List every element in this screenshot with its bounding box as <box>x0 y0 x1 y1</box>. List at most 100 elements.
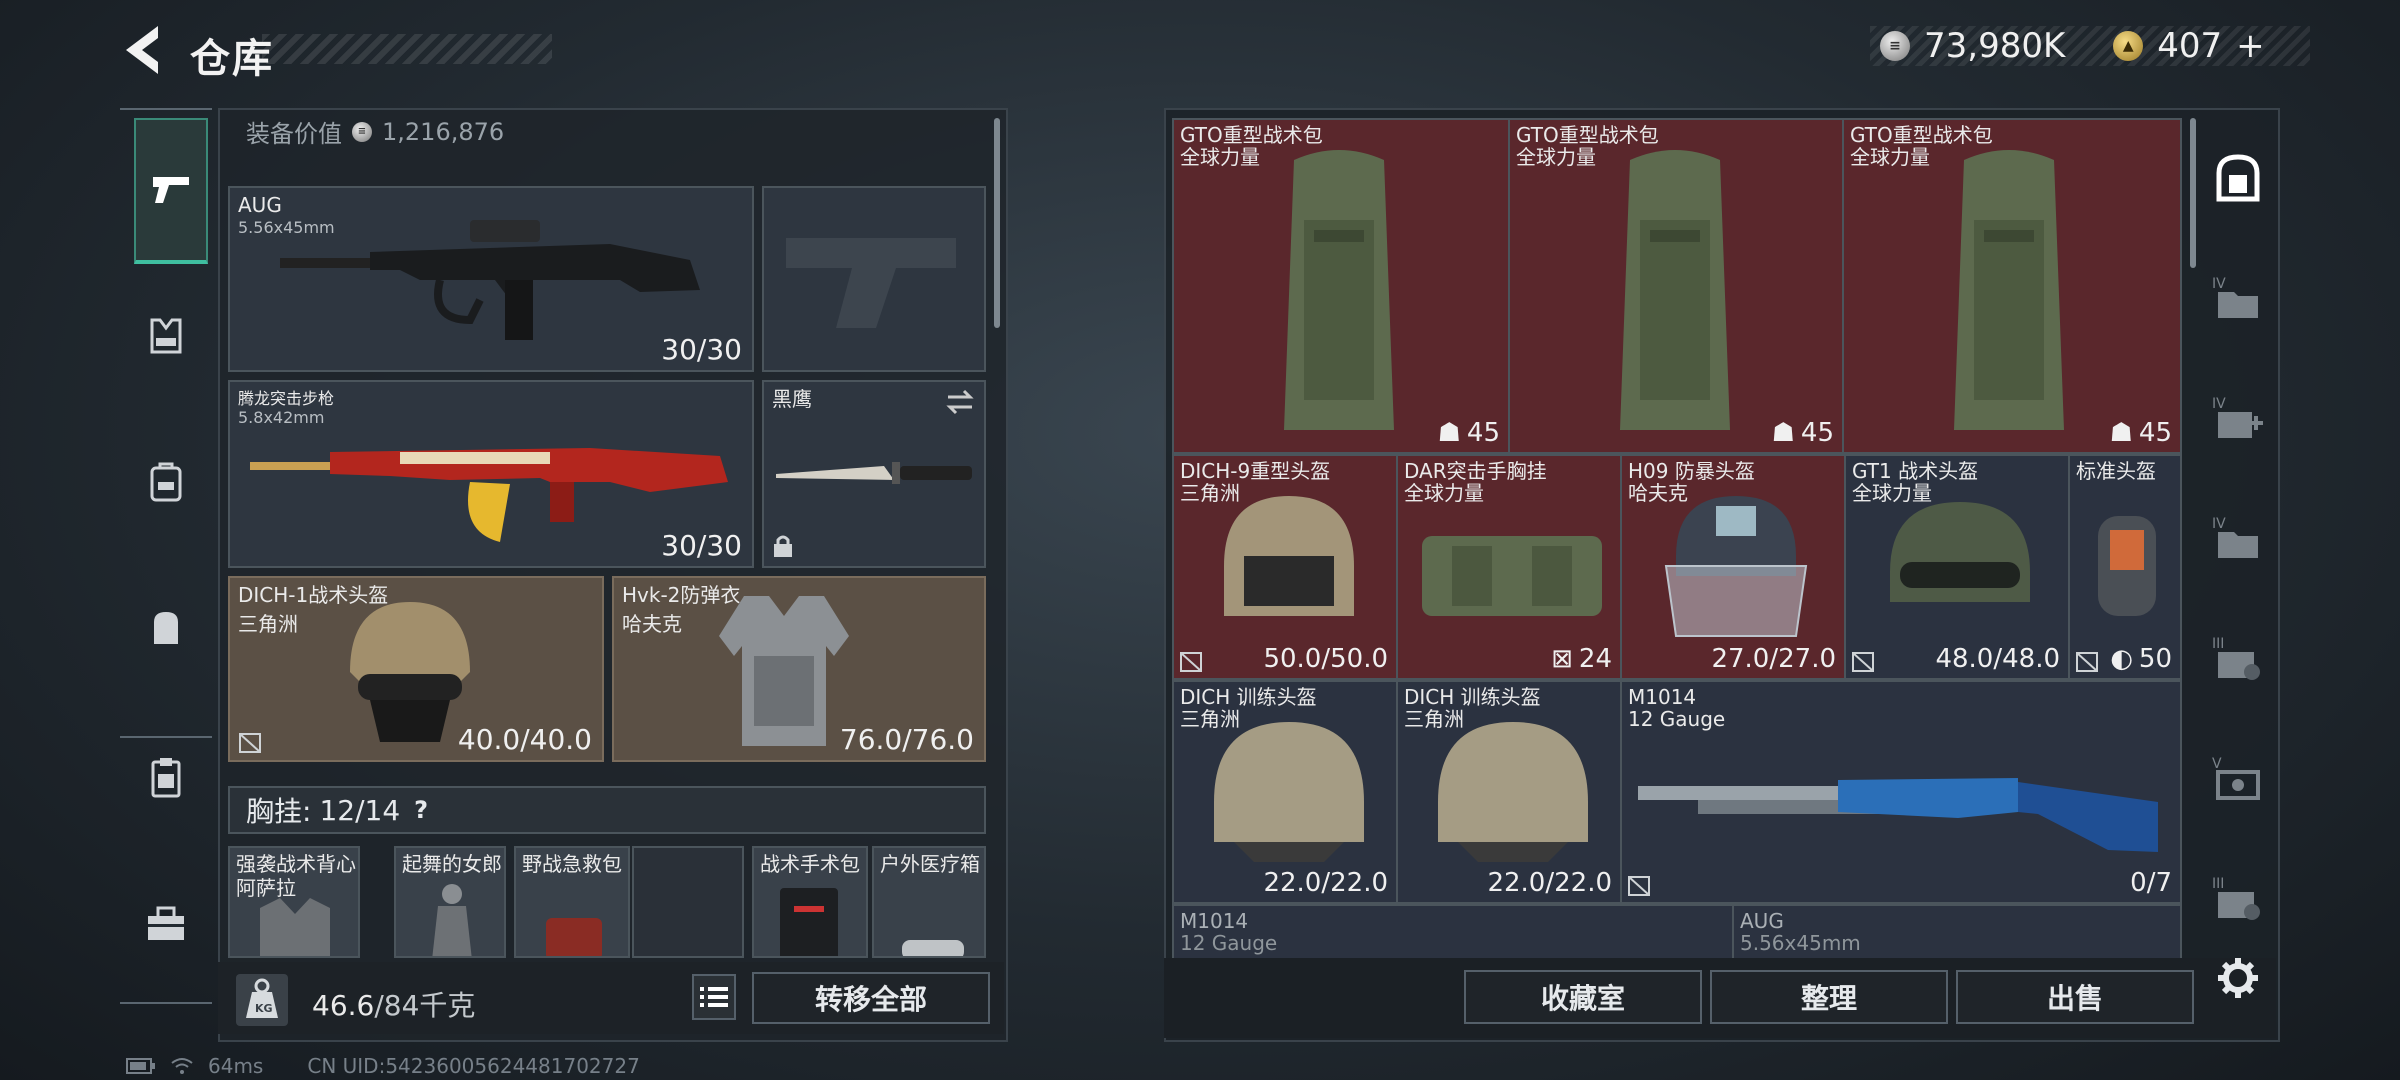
storage-item[interactable]: GTO重型战术包 全球力量 ☗ 45 <box>1508 118 1844 454</box>
gold-amount: 407 <box>2157 26 2223 66</box>
item-name: DAR突击手胸挂 <box>1404 459 1547 483</box>
item-faction: 全球力量 <box>1180 145 1260 169</box>
storage-item[interactable]: DICH-9重型头盔 三角洲 50.0/50.0 <box>1172 454 1398 680</box>
no-repair-icon <box>2076 652 2098 672</box>
chest-rig-image <box>1422 536 1602 616</box>
item-name: DICH 训练头盔 <box>1180 685 1317 709</box>
item-faction: 阿萨拉 <box>236 876 296 900</box>
chest-item-slot[interactable]: 野战急救包 <box>514 846 630 958</box>
storage-item[interactable]: GTO重型战术包 全球力量 ☗ 45 <box>1842 118 2182 454</box>
storage-item[interactable]: DICH 训练头盔 三角洲 22.0/22.0 <box>1172 680 1398 904</box>
nav-secure-case[interactable] <box>134 892 198 956</box>
page-title: 仓库 <box>190 36 274 82</box>
item-count: ⊠ 24 <box>1551 644 1612 674</box>
ammo-v-icon: V <box>2212 756 2260 800</box>
nav-chest-rig[interactable] <box>134 304 198 368</box>
tab-safe[interactable] <box>2208 148 2268 208</box>
tab-tools-iii[interactable]: III <box>2208 628 2268 688</box>
storage-item[interactable]: M1014 12 Gauge 0/7 <box>1620 680 2182 904</box>
transfer-all-button[interactable]: 转移全部 <box>752 972 990 1024</box>
chest-item-slot[interactable]: 起舞的女郎 <box>394 846 506 958</box>
tab-storage-iv-2[interactable]: IV <box>2208 508 2268 568</box>
riot-helmet-image <box>1664 496 1808 637</box>
armor-slot[interactable]: Hvk-2防弹衣 哈夫克 76.0/76.0 <box>612 576 986 762</box>
swap-icon[interactable] <box>944 388 976 416</box>
sell-button[interactable]: 出售 <box>1956 970 2194 1024</box>
storage-item[interactable]: AUG 5.56x45mm <box>1732 904 2182 960</box>
add-gold-button[interactable]: + <box>2236 26 2265 66</box>
helmet-slot[interactable]: DICH-1战术头盔 三角洲 40.0/40.0 <box>228 576 604 762</box>
item-name: M1014 <box>1628 685 1697 709</box>
primary-weapon-slot[interactable]: AUG 5.56x45mm 30/30 <box>228 186 754 372</box>
nav-armor[interactable] <box>134 450 198 514</box>
nav-pouch[interactable] <box>134 746 198 810</box>
item-name: 战术手术包 <box>760 852 860 876</box>
chest-item-slot[interactable]: 战术手术包 <box>752 846 868 958</box>
standard-helmet-image <box>2098 516 2156 616</box>
user-uid: CN UID:54236005624481702727 <box>307 1054 640 1078</box>
equipment-scrollbar[interactable] <box>994 118 1000 328</box>
item-durability: ◐ 50 <box>2110 644 2172 674</box>
tab-ammo-v[interactable]: V <box>2208 748 2268 808</box>
item-name: AUG <box>1740 909 1784 933</box>
nav-divider <box>120 736 212 738</box>
svg-text:V: V <box>2212 756 2222 772</box>
list-icon <box>700 987 728 1007</box>
back-button[interactable] <box>120 22 170 78</box>
storage-item[interactable]: DAR突击手胸挂 全球力量 ⊠ 24 <box>1396 454 1622 680</box>
chest-item-slot[interactable]: 户外医疗箱 <box>872 846 986 958</box>
collection-room-button[interactable]: 收藏室 <box>1464 970 1702 1024</box>
item-durability: 27.0/27.0 <box>1711 644 1836 674</box>
storage-item[interactable]: H09 防暴头盔 哈夫克 27.0/27.0 <box>1620 454 1846 680</box>
list-view-button[interactable] <box>692 974 736 1020</box>
tactical-helmet-image <box>1890 502 2030 602</box>
tab-tools-iii-2[interactable]: III <box>2208 868 2268 928</box>
statue-image <box>432 884 472 956</box>
help-icon[interactable]: ? <box>414 796 428 824</box>
melee-slot[interactable]: 黑鹰 <box>762 380 986 568</box>
tenglong-rifle-image <box>250 448 728 542</box>
weapon-ammo: 30/30 <box>661 333 742 366</box>
chest-item-slot[interactable]: 强袭战术背心 阿萨拉 <box>228 846 360 958</box>
nav-weapons[interactable] <box>134 118 208 264</box>
currency-bar: ≡ 73,980K ▲ 407 + <box>1870 26 2310 66</box>
storage-item[interactable]: DICH 训练头盔 三角洲 22.0/22.0 <box>1396 680 1622 904</box>
svg-text:IV: IV <box>2212 276 2226 292</box>
first-aid-kit-image <box>546 918 602 956</box>
storage-item[interactable]: GT1 战术头盔 全球力量 48.0/48.0 <box>1844 454 2070 680</box>
no-repair-icon <box>1180 652 1202 672</box>
storage-item[interactable]: 标准头盔 ◐ 50 <box>2068 454 2182 680</box>
settings-button[interactable] <box>2208 948 2268 1008</box>
ping: 64ms <box>208 1054 264 1078</box>
lock-icon <box>774 535 792 557</box>
helmet-faction: 三角洲 <box>238 612 298 636</box>
training-helmet-image <box>1438 722 1588 862</box>
storage-item[interactable]: GTO重型战术包 全球力量 ☗ 45 <box>1172 118 1510 454</box>
storage-scrollbar[interactable] <box>2190 118 2196 268</box>
chest-item-slot-empty[interactable] <box>632 846 744 958</box>
item-durability: 48.0/48.0 <box>1935 644 2060 674</box>
backpack-image <box>1620 150 1730 430</box>
storage-item[interactable]: M1014 12 Gauge <box>1172 904 1734 960</box>
nav-backpack[interactable] <box>134 596 198 660</box>
sort-button[interactable]: 整理 <box>1710 970 1948 1024</box>
backpack-image <box>1284 150 1394 430</box>
tab-medical-iv[interactable]: IV <box>2208 388 2268 448</box>
body-armor-image <box>719 596 849 746</box>
tab-storage-iv[interactable]: IV <box>2208 268 2268 328</box>
secondary-weapon-slot[interactable]: 腾龙突击步枪 5.8x42mm 30/30 <box>228 380 754 568</box>
item-caliber: 5.56x45mm <box>1740 931 1861 955</box>
medical-box-image <box>902 940 964 956</box>
sidearm-slot[interactable] <box>762 186 986 372</box>
item-caliber: 12 Gauge <box>1180 931 1278 955</box>
weapon-ammo: 30/30 <box>661 529 742 562</box>
item-ammo: 0/7 <box>2130 868 2172 898</box>
weight-icon: KG <box>236 974 288 1026</box>
item-name: GT1 战术头盔 <box>1852 459 1979 483</box>
item-name: 强袭战术背心 <box>236 852 356 876</box>
m1014-shotgun-image <box>1638 778 2158 852</box>
folder-iv-2-icon: IV <box>2212 516 2258 558</box>
svg-text:III: III <box>2212 876 2224 892</box>
clipboard-icon <box>151 758 181 798</box>
item-name: 野战急救包 <box>522 852 622 876</box>
